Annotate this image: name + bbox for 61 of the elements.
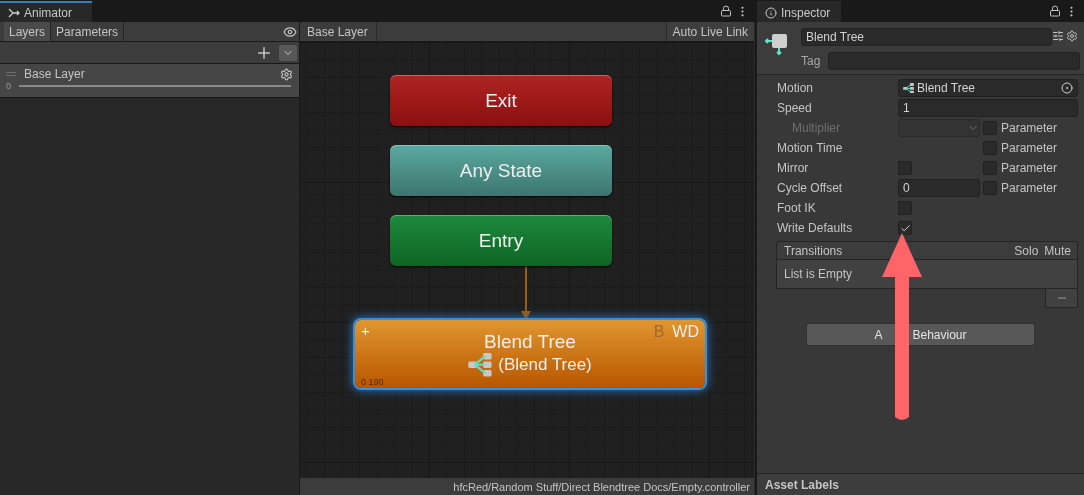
corner-mark: + xyxy=(361,322,370,339)
property-label: Speed xyxy=(777,101,813,115)
column-header: Solo xyxy=(1014,243,1039,258)
node-title: Blend Tree xyxy=(484,331,576,354)
property-label: Mirror xyxy=(777,161,810,175)
lock-icon[interactable] xyxy=(720,5,732,17)
property-label: Motion xyxy=(777,81,815,95)
asset-labels-header[interactable]: Asset Labels xyxy=(757,473,1084,495)
settings-icon[interactable] xyxy=(280,67,293,81)
node-subtitle: (Blend Tree) xyxy=(498,355,592,375)
checkbox-label: Parameter xyxy=(1001,181,1058,195)
property-label: Foot IK xyxy=(777,201,817,215)
asset-path: hfcRed/Random Stuff/Direct Blendtree Docs/Empty.controller xyxy=(300,478,754,495)
lock-icon[interactable] xyxy=(1049,5,1061,17)
layer-weight: 0 xyxy=(6,81,11,91)
speed-field[interactable]: 1 xyxy=(898,99,1078,117)
name-field[interactable]: Blend Tree xyxy=(801,28,1052,46)
node-title: Exit xyxy=(485,89,517,112)
inspector-tab[interactable]: Inspector xyxy=(757,1,841,22)
node-flag-label: WD xyxy=(672,323,699,341)
state-node[interactable]: + Blend Tree B WD (Blend Tree) 0 190 xyxy=(355,320,705,388)
checkbox-label: Parameter xyxy=(1001,141,1058,155)
sliders-icon[interactable] xyxy=(1052,30,1064,42)
transition-arrow[interactable] xyxy=(518,266,534,320)
state-node[interactable]: Exit xyxy=(390,75,612,126)
property-label: Motion Time xyxy=(777,141,844,155)
layer-name: Base Layer xyxy=(24,67,86,81)
property-label: Cycle Offset xyxy=(777,181,844,195)
info-icon xyxy=(765,6,777,19)
layer-item[interactable]: Base Layer 0 xyxy=(0,64,299,98)
drag-handle-icon[interactable] xyxy=(6,72,16,76)
node-flag-label: B xyxy=(653,323,665,341)
remove-button[interactable] xyxy=(1045,289,1078,308)
blend-tree-icon xyxy=(903,82,915,94)
settings-icon[interactable] xyxy=(1066,30,1078,42)
state-node[interactable]: Any State xyxy=(390,145,612,196)
dropdown-button[interactable] xyxy=(279,44,297,61)
node-title: Entry xyxy=(478,229,524,252)
column-header: Mute xyxy=(1044,243,1071,258)
eye-icon[interactable] xyxy=(283,24,297,39)
object-picker-icon[interactable] xyxy=(1061,82,1073,94)
node-title: Any State xyxy=(459,159,543,182)
empty-list-text: List is Empty xyxy=(784,267,852,281)
checkbox[interactable] xyxy=(898,221,912,235)
state-node[interactable]: Entry xyxy=(390,215,612,266)
list-header: Transitions xyxy=(784,243,843,258)
tag-field[interactable] xyxy=(828,52,1080,70)
checkbox-label: Parameter xyxy=(1001,121,1058,135)
number-field[interactable]: 0 xyxy=(898,179,980,197)
state-icon xyxy=(765,32,789,56)
tag-label: Tag xyxy=(801,54,821,68)
blend-tree-icon xyxy=(468,353,495,377)
state-machine-icon xyxy=(8,7,20,18)
panel-tab[interactable]: Layers xyxy=(4,22,52,41)
motion-field[interactable]: Blend Tree xyxy=(898,79,1078,97)
node-position: 0 190 xyxy=(361,377,384,387)
property-label: Write Defaults xyxy=(777,221,854,235)
animator-tab[interactable]: Animator xyxy=(0,1,92,22)
dropdown-field[interactable] xyxy=(898,119,980,137)
checkbox-label: Parameter xyxy=(1001,161,1058,175)
add-behaviour-button[interactable]: A Behaviour xyxy=(806,323,1035,346)
